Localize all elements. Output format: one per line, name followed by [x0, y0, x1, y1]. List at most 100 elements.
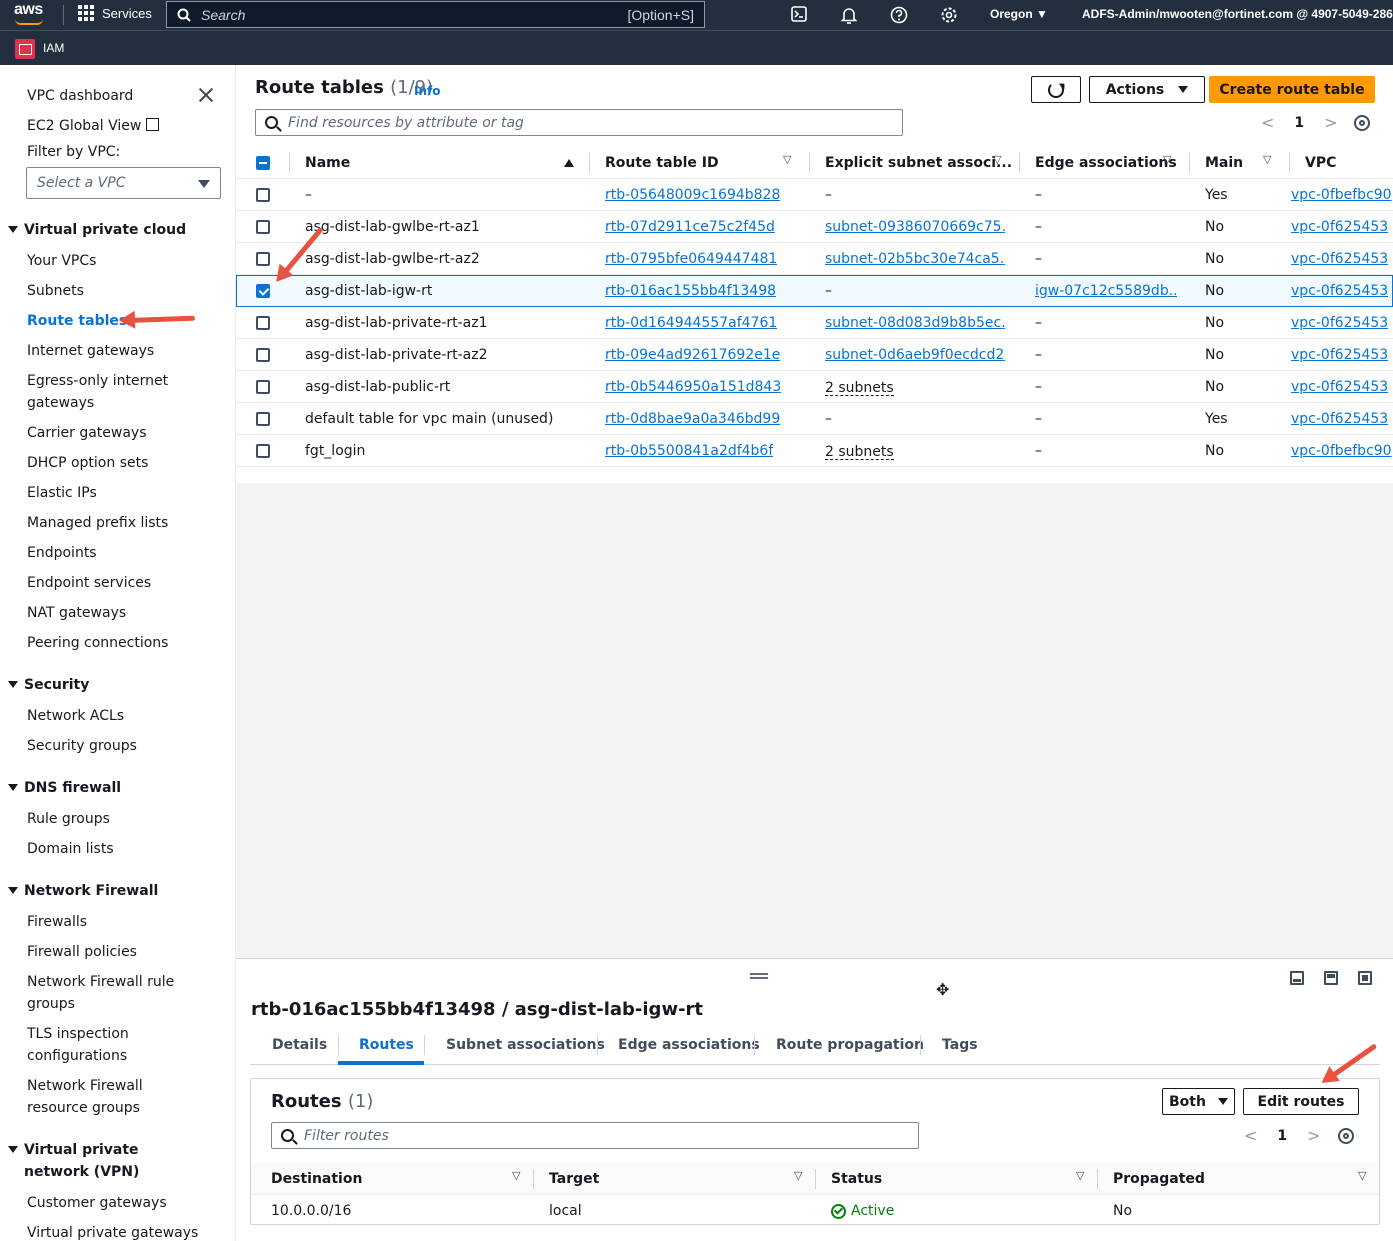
sidebar-item-subnets[interactable]: Subnets: [27, 283, 84, 299]
table-row[interactable]: – rtb-05648009c1694b828 – – Yes vpc-0fbe…: [236, 179, 1393, 211]
cell-vpc[interactable]: vpc-0fbefbc90: [1291, 443, 1392, 459]
row-checkbox[interactable]: [256, 316, 270, 330]
select-all-checkbox[interactable]: [256, 156, 270, 170]
column-header-edge-associations[interactable]: Edge associations: [1035, 155, 1177, 171]
cell-route-table-id[interactable]: rtb-07d2911ce75c2f45d: [605, 219, 775, 235]
cell-route-table-id[interactable]: rtb-0b5500841a2df4b6f: [605, 443, 773, 459]
help-icon[interactable]: [890, 6, 908, 24]
section-virtual-private-cloud[interactable]: Virtual private cloud: [8, 219, 223, 241]
column-header-target[interactable]: Target: [549, 1171, 599, 1187]
refresh-button[interactable]: [1031, 76, 1081, 103]
services-menu-button[interactable]: Services: [78, 5, 152, 21]
cell-explicit-subnet[interactable]: 2 subnets: [825, 381, 894, 396]
current-page[interactable]: 1: [1294, 115, 1304, 131]
close-navigation-icon[interactable]: [196, 85, 216, 105]
notifications-bell-icon[interactable]: [840, 6, 858, 24]
column-header-name[interactable]: Name: [305, 155, 350, 171]
table-row[interactable]: fgt_login rtb-0b5500841a2df4b6f 2 subnet…: [236, 435, 1393, 467]
routes-filter-input[interactable]: Filter routes: [271, 1122, 919, 1149]
sidebar-item-endpoint-services[interactable]: Endpoint services: [27, 575, 151, 591]
section-dns-firewall[interactable]: DNS firewall: [8, 777, 223, 799]
cell-explicit-subnet[interactable]: subnet-0d6aeb9f0ecdcd2...: [825, 347, 1005, 363]
region-selector[interactable]: Oregon ▼: [990, 7, 1048, 21]
cell-vpc[interactable]: vpc-0f625453: [1291, 411, 1388, 427]
cell-route-table-id[interactable]: rtb-05648009c1694b828: [605, 187, 780, 203]
actions-button[interactable]: Actions: [1089, 76, 1205, 103]
sidebar-item-security-groups[interactable]: Security groups: [27, 738, 137, 754]
sidebar-item-endpoints[interactable]: Endpoints: [27, 545, 97, 561]
table-row[interactable]: default table for vpc main (unused) rtb-…: [236, 403, 1393, 435]
sidebar-item-vpc-dashboard[interactable]: VPC dashboard: [27, 88, 133, 104]
sort-icon[interactable]: [1263, 153, 1274, 167]
tab-details[interactable]: Details: [272, 1037, 327, 1053]
cell-explicit-subnet[interactable]: subnet-09386070669c75...: [825, 219, 1005, 235]
row-checkbox[interactable]: [256, 284, 270, 298]
cell-explicit-subnet[interactable]: subnet-02b5bc30e74ca5...: [825, 251, 1005, 267]
column-header-destination[interactable]: Destination: [271, 1171, 362, 1187]
tab-tags[interactable]: Tags: [942, 1037, 978, 1053]
routes-preferences-gear-icon[interactable]: [1338, 1128, 1354, 1144]
table-row[interactable]: asg-dist-lab-public-rt rtb-0b5446950a151…: [236, 371, 1393, 403]
previous-page-icon[interactable]: <: [1261, 113, 1274, 132]
table-row[interactable]: asg-dist-lab-private-rt-az2 rtb-09e4ad92…: [236, 339, 1393, 371]
sort-icon[interactable]: [1163, 153, 1174, 167]
cell-vpc[interactable]: vpc-0f625453: [1291, 347, 1388, 363]
table-row[interactable]: asg-dist-lab-gwlbe-rt-az2 rtb-0795bfe064…: [236, 243, 1393, 275]
aws-logo[interactable]: aws: [14, 2, 48, 28]
cell-route-table-id[interactable]: rtb-0d164944557af4761: [605, 315, 777, 331]
table-row[interactable]: asg-dist-lab-gwlbe-rt-az1 rtb-07d2911ce7…: [236, 211, 1393, 243]
cell-edge-associations[interactable]: igw-07c12c5589db...: [1035, 283, 1177, 299]
route-filter-both-select[interactable]: Both: [1162, 1088, 1235, 1115]
settings-gear-icon[interactable]: [940, 6, 958, 24]
next-page-icon[interactable]: >: [1307, 1126, 1320, 1145]
iam-service-icon[interactable]: [15, 39, 35, 59]
panel-position-side-icon[interactable]: [1324, 971, 1338, 985]
sidebar-item-domain-lists[interactable]: Domain lists: [27, 841, 114, 857]
sidebar-item-firewall-policies[interactable]: Firewall policies: [27, 944, 137, 960]
section-network-firewall[interactable]: Network Firewall: [8, 880, 223, 902]
sidebar-item-carrier-gateways[interactable]: Carrier gateways: [27, 425, 147, 441]
preferences-gear-icon[interactable]: [1354, 115, 1370, 131]
route-table-filter-input[interactable]: Find resources by attribute or tag: [255, 109, 903, 136]
cell-route-table-id[interactable]: rtb-09e4ad92617692e1e: [605, 347, 780, 363]
cell-vpc[interactable]: vpc-0f625453: [1291, 379, 1388, 395]
section-security[interactable]: Security: [8, 674, 223, 696]
section-vpn[interactable]: Virtual private network (VPN): [8, 1139, 223, 1183]
resize-handle-icon[interactable]: [750, 973, 768, 979]
row-checkbox[interactable]: [256, 380, 270, 394]
cell-vpc[interactable]: vpc-0f625453: [1291, 283, 1388, 299]
cell-explicit-subnet[interactable]: subnet-08d083d9b8b5ec...: [825, 315, 1005, 331]
column-header-vpc[interactable]: VPC: [1305, 155, 1336, 171]
cell-vpc[interactable]: vpc-0fbefbc90: [1291, 187, 1392, 203]
sort-icon[interactable]: [512, 1169, 523, 1183]
tab-edge-associations[interactable]: Edge associations: [618, 1037, 760, 1053]
tab-routes[interactable]: Routes: [359, 1037, 414, 1053]
sidebar-item-network-acls[interactable]: Network ACLs: [27, 708, 124, 724]
tab-subnet-associations[interactable]: Subnet associations: [446, 1037, 605, 1053]
vpc-filter-select[interactable]: Select a VPC: [26, 167, 221, 199]
sidebar-item-tls-inspection-configurations[interactable]: TLS inspection configurations: [27, 1023, 197, 1067]
cell-route-table-id[interactable]: rtb-016ac155bb4f13498: [605, 283, 776, 299]
sidebar-item-nat-gateways[interactable]: NAT gateways: [27, 605, 126, 621]
cell-vpc[interactable]: vpc-0f625453: [1291, 219, 1388, 235]
column-header-status[interactable]: Status: [831, 1171, 882, 1187]
sort-icon[interactable]: [1076, 1169, 1087, 1183]
sidebar-item-rule-groups[interactable]: Rule groups: [27, 811, 110, 827]
sidebar-item-internet-gateways[interactable]: Internet gateways: [27, 343, 154, 359]
sidebar-item-peering-connections[interactable]: Peering connections: [27, 635, 168, 651]
column-header-propagated[interactable]: Propagated: [1113, 1171, 1205, 1187]
sort-icon[interactable]: [1358, 1169, 1369, 1183]
cell-vpc[interactable]: vpc-0f625453: [1291, 251, 1388, 267]
table-row-selected[interactable]: asg-dist-lab-igw-rt rtb-016ac155bb4f1349…: [236, 275, 1393, 307]
create-route-table-button[interactable]: Create route table: [1209, 76, 1375, 103]
sidebar-item-dhcp-option-sets[interactable]: DHCP option sets: [27, 455, 148, 471]
sidebar-item-virtual-private-gateways[interactable]: Virtual private gateways: [27, 1225, 198, 1241]
account-menu[interactable]: ADFS-Admin/mwooten@fortinet.com @ 4907-5…: [1082, 7, 1393, 21]
table-row[interactable]: asg-dist-lab-private-rt-az1 rtb-0d164944…: [236, 307, 1393, 339]
tab-route-propagation[interactable]: Route propagation: [776, 1037, 924, 1053]
panel-position-bottom-icon[interactable]: [1290, 971, 1304, 985]
row-checkbox[interactable]: [256, 348, 270, 362]
column-header-route-table-id[interactable]: Route table ID: [605, 155, 719, 171]
sidebar-item-managed-prefix-lists[interactable]: Managed prefix lists: [27, 515, 168, 531]
sidebar-item-firewalls[interactable]: Firewalls: [27, 914, 87, 930]
